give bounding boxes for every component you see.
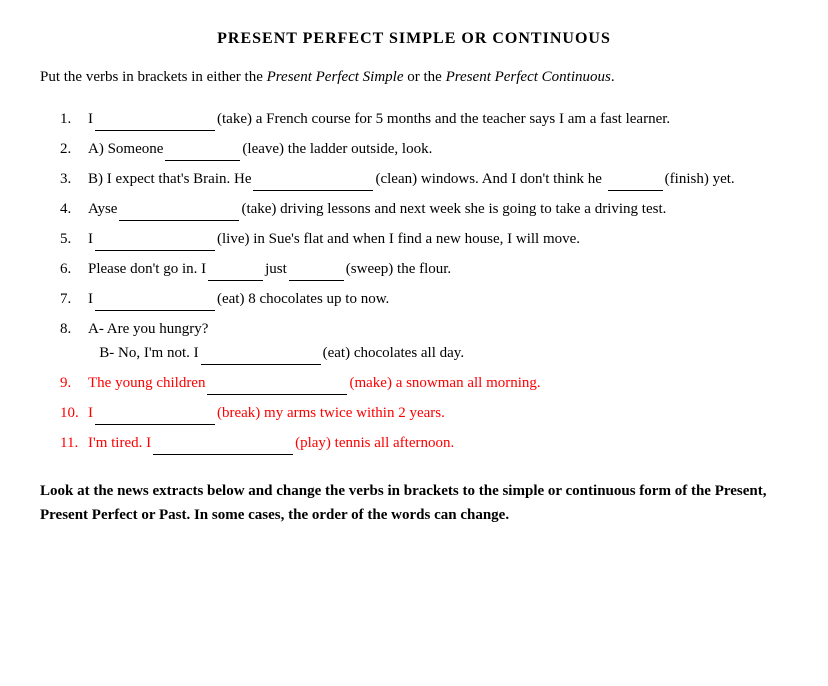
blank xyxy=(95,297,215,311)
exercise-number: 3. xyxy=(60,167,88,191)
exercise-text: I(live) in Sue's flat and when I find a … xyxy=(88,227,788,251)
exercise-item: 8. A- Are you hungry? B- No, I'm not. I(… xyxy=(60,317,788,365)
blank xyxy=(95,411,215,425)
exercise-item: 9. The young children(make) a snowman al… xyxy=(60,371,788,395)
exercise-item: 5. I(live) in Sue's flat and when I find… xyxy=(60,227,788,251)
blank xyxy=(253,177,373,191)
exercise-number: 4. xyxy=(60,197,88,221)
exercise-number: 8. xyxy=(60,317,88,365)
exercises-list: 1. I(take) a French course for 5 months … xyxy=(60,107,788,455)
instructions-text3: . xyxy=(611,69,615,85)
blank xyxy=(95,117,215,131)
exercise-item: 4. Ayse(take) driving lessons and next w… xyxy=(60,197,788,221)
blank xyxy=(153,441,293,455)
exercise-text: Please don't go in. Ijust(sweep) the flo… xyxy=(88,257,788,281)
instructions-italic1: Present Perfect Simple xyxy=(267,69,404,85)
exercise-number: 11. xyxy=(60,431,88,455)
exercise-text: A) Someone(leave) the ladder outside, lo… xyxy=(88,137,788,161)
exercise-number: 9. xyxy=(60,371,88,395)
blank xyxy=(289,267,344,281)
exercise-text: I'm tired. I(play) tennis all afternoon. xyxy=(88,431,788,455)
exercise-item: 2. A) Someone(leave) the ladder outside,… xyxy=(60,137,788,161)
exercise-item: 6. Please don't go in. Ijust(sweep) the … xyxy=(60,257,788,281)
exercise-item: 11. I'm tired. I(play) tennis all aftern… xyxy=(60,431,788,455)
exercise-item: 3. B) I expect that's Brain. He(clean) w… xyxy=(60,167,788,191)
instructions-italic2: Present Perfect Continuous xyxy=(446,69,611,85)
exercise-item: 1. I(take) a French course for 5 months … xyxy=(60,107,788,131)
exercise-text: Ayse(take) driving lessons and next week… xyxy=(88,197,788,221)
exercise-text: A- Are you hungry? B- No, I'm not. I(eat… xyxy=(88,317,788,365)
blank xyxy=(208,267,263,281)
exercise-text: I(take) a French course for 5 months and… xyxy=(88,107,788,131)
blank xyxy=(119,207,239,221)
page-title: PRESENT PERFECT SIMPLE OR CONTINUOUS xyxy=(40,30,788,48)
exercise-text: B) I expect that's Brain. He(clean) wind… xyxy=(88,167,788,191)
blank xyxy=(201,351,321,365)
exercise-number: 10. xyxy=(60,401,88,425)
instructions: Put the verbs in brackets in either the … xyxy=(40,66,788,89)
exercise-item: 10. I(break) my arms twice within 2 year… xyxy=(60,401,788,425)
blank xyxy=(165,147,240,161)
exercise-number: 5. xyxy=(60,227,88,251)
blank xyxy=(608,177,663,191)
section2-instructions: Look at the news extracts below and chan… xyxy=(40,479,788,527)
exercise-number: 1. xyxy=(60,107,88,131)
blank xyxy=(207,381,347,395)
instructions-text2: or the xyxy=(404,69,446,85)
exercise-text: The young children(make) a snowman all m… xyxy=(88,371,788,395)
exercise-text: I(eat) 8 chocolates up to now. xyxy=(88,287,788,311)
exercise-number: 7. xyxy=(60,287,88,311)
exercise-text: I(break) my arms twice within 2 years. xyxy=(88,401,788,425)
exercise-item: 7. I(eat) 8 chocolates up to now. xyxy=(60,287,788,311)
instructions-text1: Put the verbs in brackets in either the xyxy=(40,69,267,85)
exercise-number: 2. xyxy=(60,137,88,161)
exercise-number: 6. xyxy=(60,257,88,281)
blank xyxy=(95,237,215,251)
